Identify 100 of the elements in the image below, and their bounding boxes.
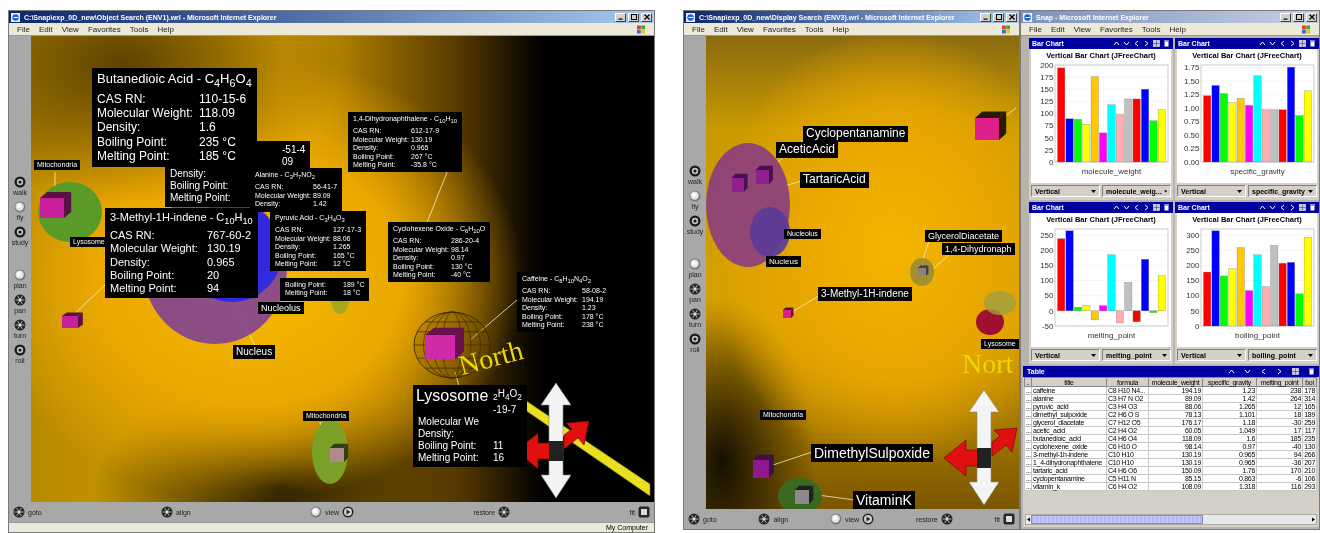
chevron-left-icon[interactable]: [1279, 204, 1286, 211]
arrow-left-icon[interactable]: [1026, 517, 1031, 522]
close-button[interactable]: [641, 12, 652, 22]
grid-icon[interactable]: [1299, 40, 1306, 47]
cube-marker: [795, 485, 814, 504]
menu-item[interactable]: Edit: [38, 24, 53, 34]
wheel-icon: [160, 506, 173, 518]
field-label: Boiling Point:: [110, 268, 175, 282]
axis-label: melting_point: [1087, 331, 1135, 340]
field-value: 16: [493, 452, 506, 464]
field-label: Melting Point:: [110, 281, 177, 296]
menu-item[interactable]: View: [736, 24, 754, 34]
close-icon: [1008, 14, 1015, 20]
trash-icon[interactable]: [1308, 368, 1315, 375]
minimize-button[interactable]: [980, 12, 991, 22]
close-button[interactable]: [1006, 12, 1017, 22]
menu-item[interactable]: Favorites: [1099, 24, 1133, 34]
menu-item[interactable]: View: [1073, 24, 1091, 34]
axis-tick-label: 0: [1048, 157, 1053, 167]
minimize-button[interactable]: [615, 12, 626, 22]
close-button[interactable]: [1306, 12, 1317, 22]
field-value: -51-4: [282, 144, 306, 156]
menu-item[interactable]: Help: [1169, 24, 1186, 34]
chevron-up-icon[interactable]: [1228, 368, 1235, 375]
chevron-down-icon[interactable]: [1123, 204, 1130, 211]
frame-icon: [1003, 513, 1015, 525]
chevron-down-icon[interactable]: [1123, 40, 1130, 47]
menu-item[interactable]: Help: [832, 24, 849, 34]
field-label: Density:: [110, 255, 150, 269]
chevron-right-icon[interactable]: [1143, 204, 1150, 211]
maximize-button[interactable]: [628, 12, 639, 22]
minimize-button[interactable]: [1280, 12, 1291, 22]
menu-item[interactable]: File: [17, 24, 30, 34]
axis-tick-label: 200: [1039, 60, 1053, 70]
field-label: Melting Point:: [418, 452, 479, 464]
trash-icon[interactable]: [1163, 204, 1170, 211]
chevron-left-icon[interactable]: [1133, 204, 1140, 211]
axis-label: molecule_weight: [1081, 167, 1141, 176]
chevron-up-icon[interactable]: [1259, 40, 1266, 47]
chevron-down-icon[interactable]: [1269, 40, 1276, 47]
leader-line: [469, 299, 518, 341]
menu-item[interactable]: Edit: [1050, 24, 1065, 34]
menu-item[interactable]: Tools: [1141, 24, 1161, 34]
grid-icon[interactable]: [1153, 40, 1160, 47]
field-label: Boiling Point:: [418, 440, 477, 452]
grid-icon[interactable]: [1299, 204, 1306, 211]
menu-item[interactable]: Favorites: [762, 24, 796, 34]
menu-item[interactable]: Help: [157, 24, 174, 34]
chevron-right-icon[interactable]: [1289, 40, 1296, 47]
field-value: 11: [493, 440, 505, 452]
menu-item[interactable]: Favorites: [87, 24, 121, 34]
chevron-up-icon[interactable]: [1259, 204, 1266, 211]
trash-icon[interactable]: [1163, 40, 1170, 47]
axis-label: specific_gravity: [1229, 167, 1285, 176]
menu-item[interactable]: File: [1029, 24, 1042, 34]
chevron-right-icon[interactable]: [1143, 40, 1150, 47]
scene-label: VitaminK: [853, 491, 915, 509]
dial-icon: [689, 215, 701, 227]
arrow-right-icon[interactable]: [1311, 517, 1316, 522]
axis-tick-label: 100: [1039, 109, 1053, 119]
dial-icon: [14, 226, 26, 238]
caret-icon: [1237, 189, 1242, 193]
cube-marker: [756, 165, 773, 184]
axis-tick-label: 150: [1039, 85, 1053, 95]
chevron-up-icon[interactable]: [1113, 204, 1120, 211]
menu-item[interactable]: Edit: [713, 24, 728, 34]
field-label: Melting Point:: [170, 192, 231, 204]
chevron-right-icon[interactable]: [1289, 204, 1296, 211]
chevron-down-icon[interactable]: [1269, 204, 1276, 211]
chevron-down-icon[interactable]: [1244, 368, 1251, 375]
horizontal-scrollbar[interactable]: [1025, 514, 1317, 525]
grid-icon[interactable]: [1153, 204, 1160, 211]
axis-tick-label: 200: [1185, 261, 1199, 271]
wheel-icon: [13, 506, 25, 518]
trash-icon[interactable]: [1309, 204, 1316, 211]
scroll-thumb[interactable]: [1031, 515, 1203, 524]
chevron-left-icon[interactable]: [1133, 40, 1140, 47]
axis-tick-label: 150: [1039, 261, 1053, 271]
menu-item[interactable]: File: [692, 24, 705, 34]
caret-icon: [1163, 189, 1167, 193]
maximize-button[interactable]: [993, 12, 1004, 22]
ball-icon: [689, 258, 701, 270]
play-icon: [862, 513, 875, 525]
ball-icon: [14, 269, 26, 281]
field-label: Density:: [170, 168, 207, 180]
menu-item[interactable]: Tools: [804, 24, 824, 34]
axis-tick-label: 1.25: [1183, 90, 1199, 100]
scene-label: Nucleus: [766, 256, 801, 268]
cube-marker: [330, 443, 349, 462]
axis-tick-label: 0.25: [1183, 144, 1199, 154]
trash-icon[interactable]: [1309, 40, 1316, 47]
grid-icon[interactable]: [1292, 368, 1299, 375]
chevron-up-icon[interactable]: [1113, 40, 1120, 47]
menu-item[interactable]: Tools: [129, 24, 149, 34]
chevron-left-icon[interactable]: [1279, 40, 1286, 47]
axis-tick-label: 0.50: [1183, 130, 1199, 140]
chevron-left-icon[interactable]: [1260, 368, 1267, 375]
chevron-right-icon[interactable]: [1276, 368, 1283, 375]
menu-item[interactable]: View: [61, 24, 79, 34]
maximize-button[interactable]: [1293, 12, 1304, 22]
